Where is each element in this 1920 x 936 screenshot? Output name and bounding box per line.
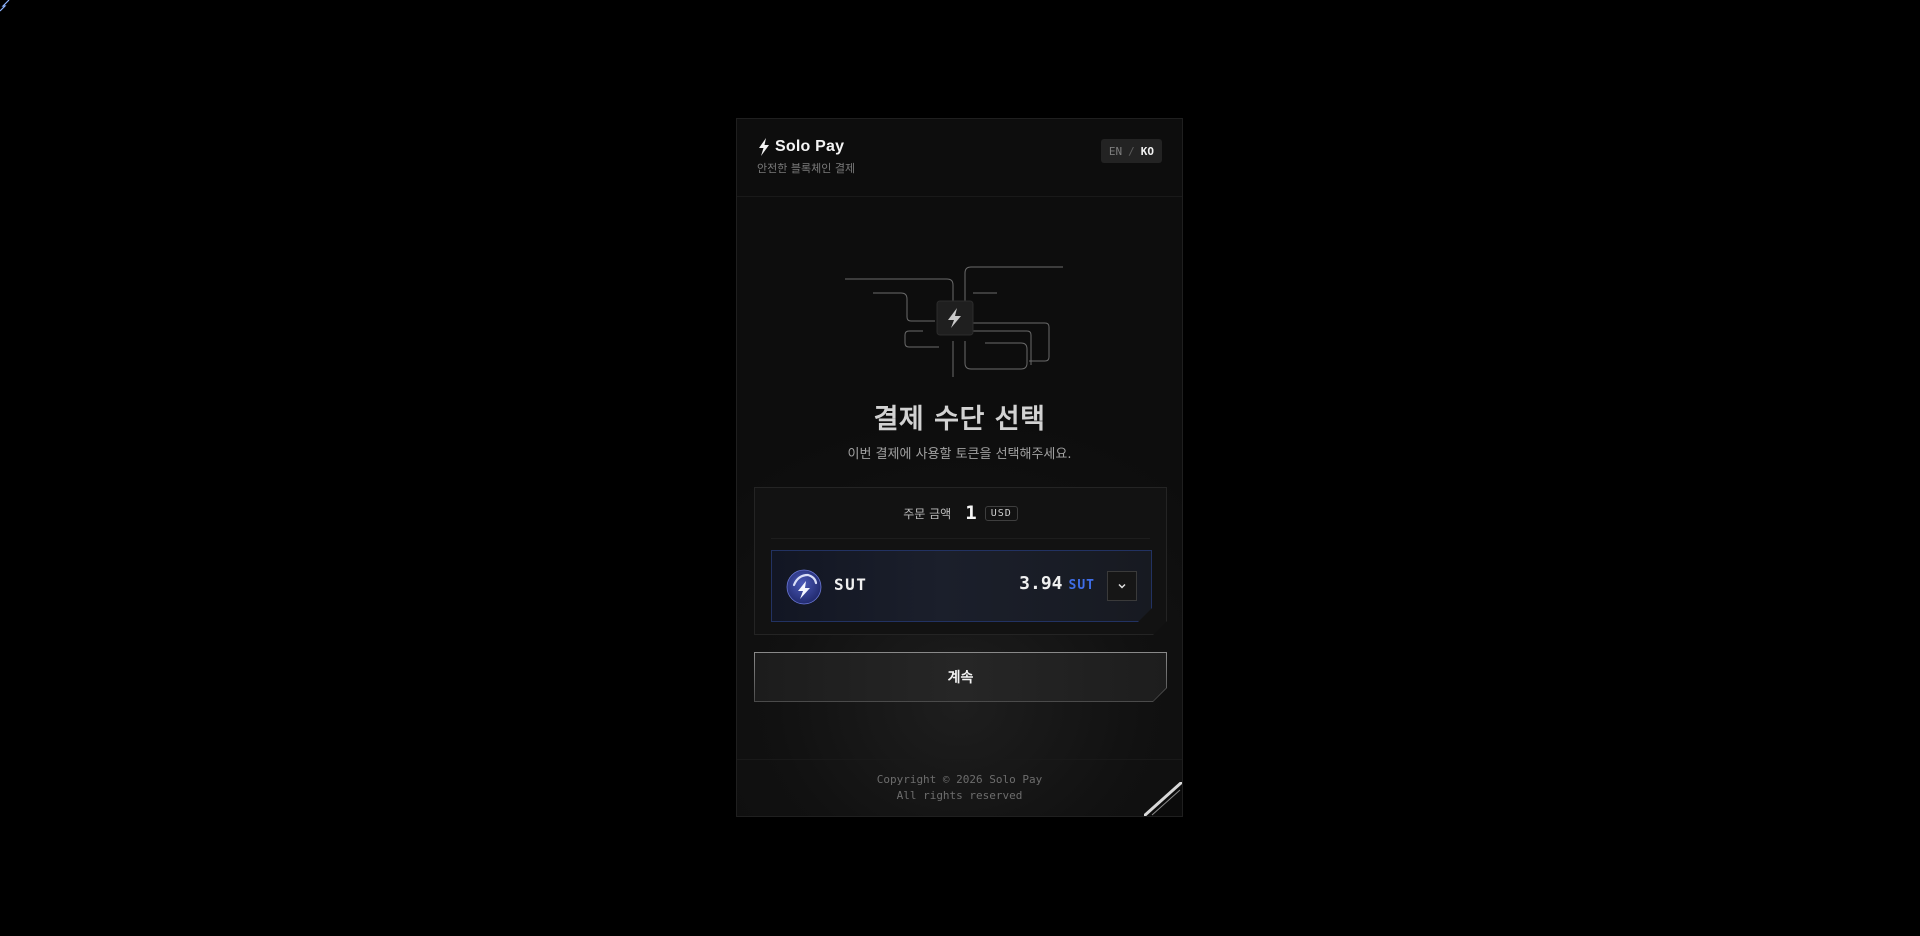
brand-row: Solo Pay (757, 137, 855, 157)
token-amount-unit: SUT (1068, 578, 1095, 593)
sut-token-logo-icon (786, 569, 822, 605)
language-switch: EN / KO (1100, 139, 1162, 163)
order-amount-label: 주문 금액 (903, 506, 952, 521)
language-option-en[interactable]: EN (1109, 145, 1122, 158)
language-option-ko[interactable]: KO (1141, 145, 1154, 158)
language-separator: / (1128, 144, 1135, 158)
page-subtitle: 이번 결제에 사용할 토큰을 선택해주세요. (847, 447, 1072, 462)
token-selector[interactable]: SUT 3.94 SUT (771, 550, 1152, 622)
circuit-illustration-icon (845, 266, 1063, 377)
order-currency-badge: USD (985, 506, 1018, 521)
footer: Copyright © 2026 Solo Pay All rights res… (737, 759, 1182, 816)
page-stage: Solo Pay 안전한 블록체인 결제 EN / KO 결제 수단 선택 이번… (0, 0, 1920, 936)
page-title: 결제 수단 선택 (873, 404, 1046, 435)
corner-sheen-decoration (1144, 782, 1182, 816)
footer-copyright: Copyright © 2026 Solo Pay (876, 773, 1043, 786)
order-amount-row: 주문 금액 1 USD (755, 502, 1166, 524)
lightning-icon (759, 138, 769, 156)
payment-panel: 주문 금액 1 USD SUT 3.94 SUT (754, 487, 1167, 635)
footer-rights: All rights reserved (896, 789, 1023, 802)
brand: Solo Pay 안전한 블록체인 결제 (757, 137, 855, 176)
panel-divider (771, 538, 1150, 539)
token-symbol: SUT (834, 575, 868, 594)
card-header: Solo Pay 안전한 블록체인 결제 EN / KO (737, 119, 1182, 197)
token-amount: 3.94 SUT (1019, 573, 1095, 594)
chevron-down-icon (1117, 581, 1127, 591)
order-amount-value: 1 (965, 502, 977, 524)
brand-tagline: 안전한 블록체인 결제 (757, 162, 856, 175)
token-amount-value: 3.94 (1019, 573, 1063, 594)
continue-button-label: 계속 (755, 653, 1166, 701)
brand-name: Solo Pay (775, 138, 845, 155)
continue-button[interactable]: 계속 (754, 652, 1167, 702)
spark-decoration-icon (0, 0, 10, 12)
token-dropdown-button[interactable] (1107, 571, 1137, 601)
payment-card: Solo Pay 안전한 블록체인 결제 EN / KO 결제 수단 선택 이번… (736, 118, 1183, 817)
